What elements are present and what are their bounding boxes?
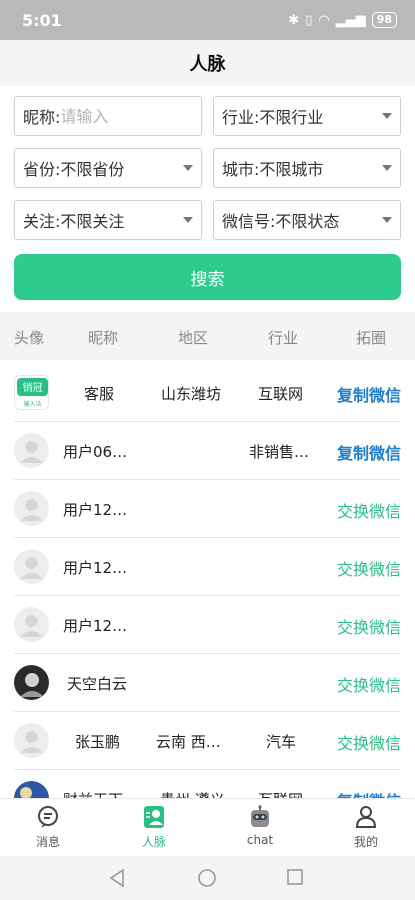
nav-label-chat: chat	[246, 833, 274, 847]
province-select-value: 省份:不限省份	[23, 160, 125, 179]
row-industry: 汽车	[266, 733, 297, 751]
follow-select[interactable]: 关注:不限关注	[14, 200, 202, 240]
exchange-wechat-button[interactable]: 交换微信	[337, 498, 401, 522]
bluetooth-icon: ✱	[288, 12, 300, 28]
nav-label-contacts: 人脉	[141, 835, 166, 849]
row-nickname: 客服	[84, 385, 115, 403]
profile-icon	[355, 806, 377, 828]
nav-item-messages[interactable]: 消息	[13, 805, 83, 850]
industry-select[interactable]: 行业:不限行业	[213, 96, 401, 136]
row-industry: 非销售…	[249, 443, 310, 461]
copy-wechat-button[interactable]: 复制微信	[337, 382, 401, 406]
caret-down-icon	[382, 165, 392, 171]
vibrate-icon: ▯	[305, 12, 313, 28]
caret-down-icon	[382, 113, 392, 119]
logo-sub-text: 输入法	[23, 400, 41, 408]
row-nickname: 天空白云	[67, 675, 128, 693]
contact-list: 销冠 输入法 客服 山东潍坊 互联网 复制微信 用户06… 非销售… 复制微信 …	[0, 360, 415, 798]
row-nickname: 用户06…	[63, 443, 128, 461]
status-time: 5:01	[22, 10, 62, 30]
robot-icon	[251, 805, 269, 827]
caret-down-icon	[183, 217, 193, 223]
logo-main-text: 销冠	[23, 381, 43, 394]
list-item[interactable]: 财益天下 贵州 遵义 互联网 复制微信	[0, 770, 415, 798]
exchange-wechat-button[interactable]: 交换微信	[337, 556, 401, 580]
follow-select-value: 关注:不限关注	[23, 212, 125, 231]
column-expand: 拓圈	[356, 329, 387, 347]
row-region: 云南 西…	[156, 733, 221, 751]
default-avatar-icon	[14, 549, 49, 584]
list-header: 头像 昵称 地区 行业 拓圈	[0, 312, 415, 360]
photo-avatar	[14, 781, 49, 798]
row-nickname: 张玉鹏	[75, 733, 121, 751]
row-industry: 互联网	[258, 789, 303, 798]
list-item[interactable]: 用户12… 交换微信	[0, 480, 415, 538]
copy-wechat-button[interactable]: 复制微信	[337, 440, 401, 464]
caret-down-icon	[183, 165, 193, 171]
nav-label-messages: 消息	[35, 835, 60, 849]
nav-item-chat[interactable]: chat	[225, 805, 295, 847]
row-nickname: 用户12…	[63, 617, 128, 635]
row-region: 贵州 遵义	[160, 789, 225, 798]
status-bar: 5:01 ✱ ▯ ◠ ▂▄▆ 98	[0, 0, 415, 40]
province-select[interactable]: 省份:不限省份	[14, 148, 202, 188]
copy-wechat-button[interactable]: 复制微信	[337, 788, 401, 798]
nickname-field[interactable]: 昵称:	[14, 96, 202, 136]
column-nickname: 昵称	[88, 329, 119, 347]
list-item[interactable]: 用户06… 非销售… 复制微信	[0, 422, 415, 480]
home-icon[interactable]	[197, 868, 217, 888]
exchange-wechat-button[interactable]: 交换微信	[337, 730, 401, 754]
signal-icon: ▂▄▆	[335, 12, 366, 28]
list-item[interactable]: 天空白云 交换微信	[0, 654, 415, 712]
exchange-wechat-button[interactable]: 交换微信	[337, 614, 401, 638]
back-icon[interactable]	[108, 868, 126, 888]
nav-item-profile[interactable]: 我的	[331, 805, 401, 850]
exchange-wechat-button[interactable]: 交换微信	[337, 672, 401, 696]
photo-avatar	[14, 665, 49, 700]
page-title: 人脉	[189, 54, 226, 75]
battery-indicator: 98	[371, 12, 397, 28]
recents-icon[interactable]	[286, 868, 304, 886]
column-region: 地区	[178, 329, 209, 347]
industry-select-value: 行业:不限行业	[222, 108, 324, 127]
row-region: 山东潍坊	[161, 385, 222, 403]
caret-down-icon	[382, 217, 392, 223]
column-avatar: 头像	[14, 329, 45, 347]
message-icon	[38, 806, 58, 828]
row-nickname: 用户12…	[63, 559, 128, 577]
row-nickname: 财益天下	[63, 789, 123, 798]
default-avatar-icon	[14, 491, 49, 526]
nav-label-profile: 我的	[353, 835, 378, 849]
city-select-value: 城市:不限城市	[222, 160, 324, 179]
row-industry: 互联网	[258, 385, 304, 403]
title-bar: 人脉	[0, 40, 415, 86]
wifi-icon: ◠	[318, 12, 330, 28]
city-select[interactable]: 城市:不限城市	[213, 148, 401, 188]
default-avatar-icon	[14, 607, 49, 642]
wechat-select[interactable]: 微信号:不限状态	[213, 200, 401, 240]
list-item[interactable]: 用户12… 交换微信	[0, 596, 415, 654]
column-industry: 行业	[268, 329, 299, 347]
default-avatar-icon	[14, 433, 49, 468]
wechat-select-value: 微信号:不限状态	[222, 212, 340, 231]
avatar: 销冠 输入法	[14, 375, 49, 410]
status-icons: ✱ ▯ ◠ ▂▄▆ 98	[288, 12, 397, 28]
row-nickname: 用户12…	[63, 501, 128, 519]
default-avatar-icon	[14, 723, 49, 758]
list-item[interactable]: 张玉鹏 云南 西… 汽车 交换微信	[0, 712, 415, 770]
nickname-input[interactable]	[60, 106, 191, 126]
bottom-nav: 消息 人脉 chat 我的	[0, 798, 415, 856]
search-button[interactable]: 搜索	[14, 254, 401, 300]
contacts-icon	[144, 806, 164, 828]
brand-logo-icon: 销冠 输入法	[17, 378, 48, 408]
nickname-label: 昵称:	[23, 108, 61, 127]
system-nav-bar	[0, 856, 415, 900]
list-item[interactable]: 销冠 输入法 客服 山东潍坊 互联网 复制微信	[0, 364, 415, 422]
nav-item-contacts[interactable]: 人脉	[119, 805, 189, 850]
filter-panel: 昵称: 行业:不限行业 省份:不限省份 城市:不限城市 关注:不限关注 微信号:…	[0, 86, 415, 312]
list-item[interactable]: 用户12… 交换微信	[0, 538, 415, 596]
